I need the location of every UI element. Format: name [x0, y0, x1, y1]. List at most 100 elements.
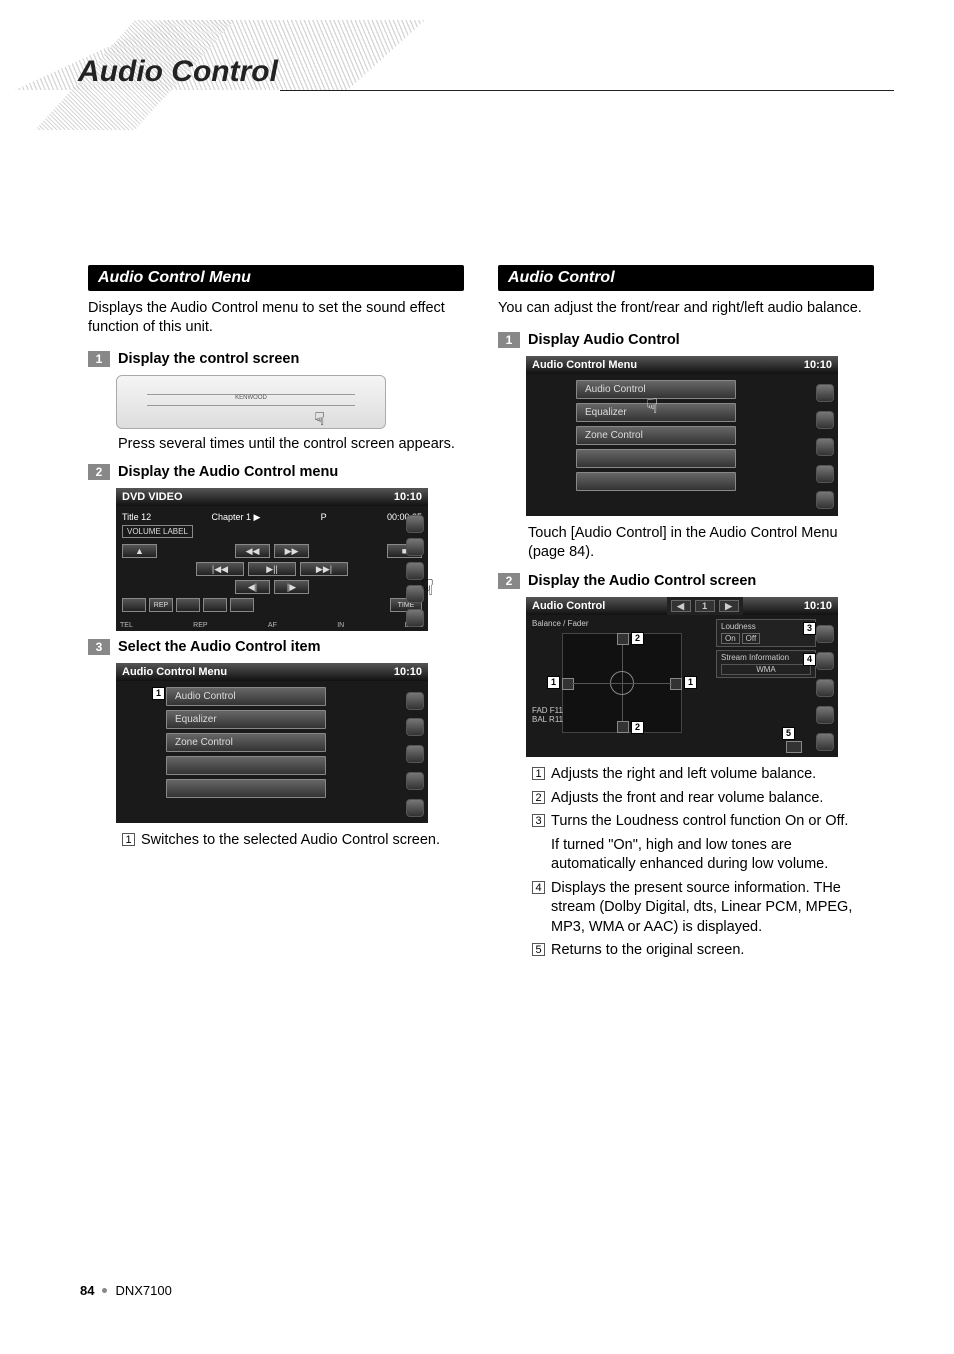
- fader-up-button[interactable]: [617, 633, 629, 645]
- loudness-off-button[interactable]: Off: [742, 633, 761, 644]
- model-number: DNX7100: [115, 1283, 171, 1298]
- dvd-small-3[interactable]: [203, 598, 227, 612]
- section-title-left: Audio Control Menu: [88, 265, 464, 291]
- hand-icon: ☟: [314, 409, 325, 430]
- right-callout-3-text: Turns the Loudness control function On o…: [551, 812, 848, 832]
- hand-icon: ☟: [646, 394, 658, 419]
- dvd-eject-button[interactable]: ▲: [122, 544, 157, 558]
- step-1-text: Press several times until the control sc…: [118, 435, 464, 455]
- side-icon[interactable]: [816, 438, 834, 456]
- side-icon[interactable]: [406, 772, 424, 790]
- side-icons-menu3: [406, 687, 426, 821]
- menu-r1-item-blank: -: [576, 472, 736, 491]
- dvd-rew-button[interactable]: ◀◀: [235, 544, 270, 558]
- loudness-on-button[interactable]: On: [721, 633, 740, 644]
- menu-r1-title: Audio Control Menu: [532, 359, 637, 371]
- dvd-title: DVD VIDEO: [122, 491, 183, 503]
- right-callout-1: 1 Adjusts the right and left volume bala…: [532, 765, 874, 785]
- menu-r1-clock: 10:10: [804, 359, 832, 371]
- side-icon[interactable]: [816, 384, 834, 402]
- dvd-stepfwd-button[interactable]: |▶: [274, 580, 309, 594]
- step-num-2: 2: [88, 464, 110, 480]
- callout-1-overlay-r: 1: [684, 676, 697, 689]
- dvd-small-2[interactable]: [176, 598, 200, 612]
- footer-dot: [102, 1288, 107, 1293]
- ac-screenshot: Audio Control ◀ 1 ▶ 10:10 Balance / Fade…: [526, 597, 838, 757]
- step-title-2: Display the Audio Control menu: [118, 464, 338, 480]
- side-icon[interactable]: [406, 538, 424, 556]
- box-num-1: 1: [122, 833, 135, 846]
- dvd-clock: 10:10: [394, 491, 422, 503]
- menu3-item-audio[interactable]: Audio Control: [166, 687, 326, 706]
- dvd-prev-button[interactable]: |◀◀: [196, 562, 244, 576]
- ac-tab-1[interactable]: 1: [695, 600, 715, 612]
- side-icon[interactable]: [406, 609, 424, 627]
- dvd-play-button[interactable]: ▶||: [248, 562, 296, 576]
- balance-fader-pad[interactable]: 2 2 1 1: [562, 633, 682, 733]
- fader-down-button[interactable]: [617, 721, 629, 733]
- side-icon[interactable]: [406, 515, 424, 533]
- side-icon[interactable]: [816, 652, 834, 670]
- left-intro: Displays the Audio Control menu to set t…: [88, 299, 464, 337]
- dvd-title-info: Title 12: [122, 512, 151, 523]
- side-icon[interactable]: [406, 799, 424, 817]
- ac-clock: 10:10: [798, 597, 838, 615]
- side-icon[interactable]: [406, 745, 424, 763]
- callout-2-overlay: 2: [631, 632, 644, 645]
- right-callout-4: 4 Displays the present source informatio…: [532, 879, 874, 938]
- side-icon[interactable]: [816, 465, 834, 483]
- menu-r1-item-zone[interactable]: Zone Control: [576, 426, 736, 445]
- fad-bal-readout: FAD F11BAL R11: [532, 707, 563, 725]
- dvd-rep-button[interactable]: REP: [149, 598, 173, 612]
- right-callout-4-text: Displays the present source information.…: [551, 879, 874, 938]
- callout-1-overlay-l: 1: [547, 676, 560, 689]
- step-num-r1: 1: [498, 332, 520, 348]
- side-icons-r1: [816, 380, 836, 514]
- right-callout-2: 2 Adjusts the front and rear volume bala…: [532, 789, 874, 809]
- side-icon[interactable]: [406, 692, 424, 710]
- side-icon[interactable]: [816, 706, 834, 724]
- right-callout-1-text: Adjusts the right and left volume balanc…: [551, 765, 816, 785]
- hand-icon: ☟: [421, 575, 434, 601]
- side-icon[interactable]: [816, 733, 834, 751]
- menu3-item-eq[interactable]: Equalizer: [166, 710, 326, 729]
- return-button[interactable]: [786, 741, 802, 753]
- balance-left-button[interactable]: [562, 678, 574, 690]
- side-icon[interactable]: [816, 411, 834, 429]
- menu-r1-screenshot: Audio Control Menu 10:10 Audio Control E…: [526, 356, 838, 516]
- menu3-item-blank: -: [166, 756, 326, 775]
- menu3-item-zone[interactable]: Zone Control: [166, 733, 326, 752]
- dvd-foot-tel: TEL: [120, 622, 133, 629]
- side-icon[interactable]: [816, 679, 834, 697]
- left-column: Audio Control Menu Displays the Audio Co…: [88, 265, 464, 965]
- ac-tab-next[interactable]: ▶: [719, 600, 739, 612]
- right-callout-3b: If turned "On", high and low tones are a…: [551, 836, 874, 875]
- dvd-small-1[interactable]: [122, 598, 146, 612]
- step-title-3: Select the Audio Control item: [118, 639, 320, 655]
- left-callout-1: 1 Switches to the selected Audio Control…: [122, 831, 464, 851]
- dvd-stepback-button[interactable]: ◀|: [235, 580, 270, 594]
- side-icon[interactable]: [406, 718, 424, 736]
- crosshair-target-icon: [610, 671, 634, 695]
- right-callout-5-text: Returns to the original screen.: [551, 941, 744, 961]
- step-title-1: Display the control screen: [118, 351, 299, 367]
- box-num: 1: [532, 767, 545, 780]
- side-icon[interactable]: [816, 625, 834, 643]
- step-3: 3 Select the Audio Control item: [88, 639, 464, 655]
- ac-tab-prev[interactable]: ◀: [671, 600, 691, 612]
- page-footer: 84 DNX7100: [80, 1283, 172, 1298]
- step-title-r2: Display the Audio Control screen: [528, 573, 756, 589]
- dvd-ff-button[interactable]: ▶▶: [274, 544, 309, 558]
- balance-right-button[interactable]: [670, 678, 682, 690]
- dvd-small-4[interactable]: [230, 598, 254, 612]
- left-callout-1-text: Switches to the selected Audio Control s…: [141, 831, 440, 851]
- callout-1-overlay: 1: [152, 687, 165, 700]
- menu-r1-item-blank: -: [576, 449, 736, 468]
- volume-label: VOLUME LABEL: [122, 525, 193, 538]
- dvd-next-button[interactable]: ▶▶|: [300, 562, 348, 576]
- right-callout-3: 3 Turns the Loudness control function On…: [532, 812, 874, 832]
- dvd-foot-af: AF: [268, 622, 277, 629]
- dvd-foot-in: IN: [337, 622, 344, 629]
- box-num: 2: [532, 791, 545, 804]
- side-icon[interactable]: [816, 491, 834, 509]
